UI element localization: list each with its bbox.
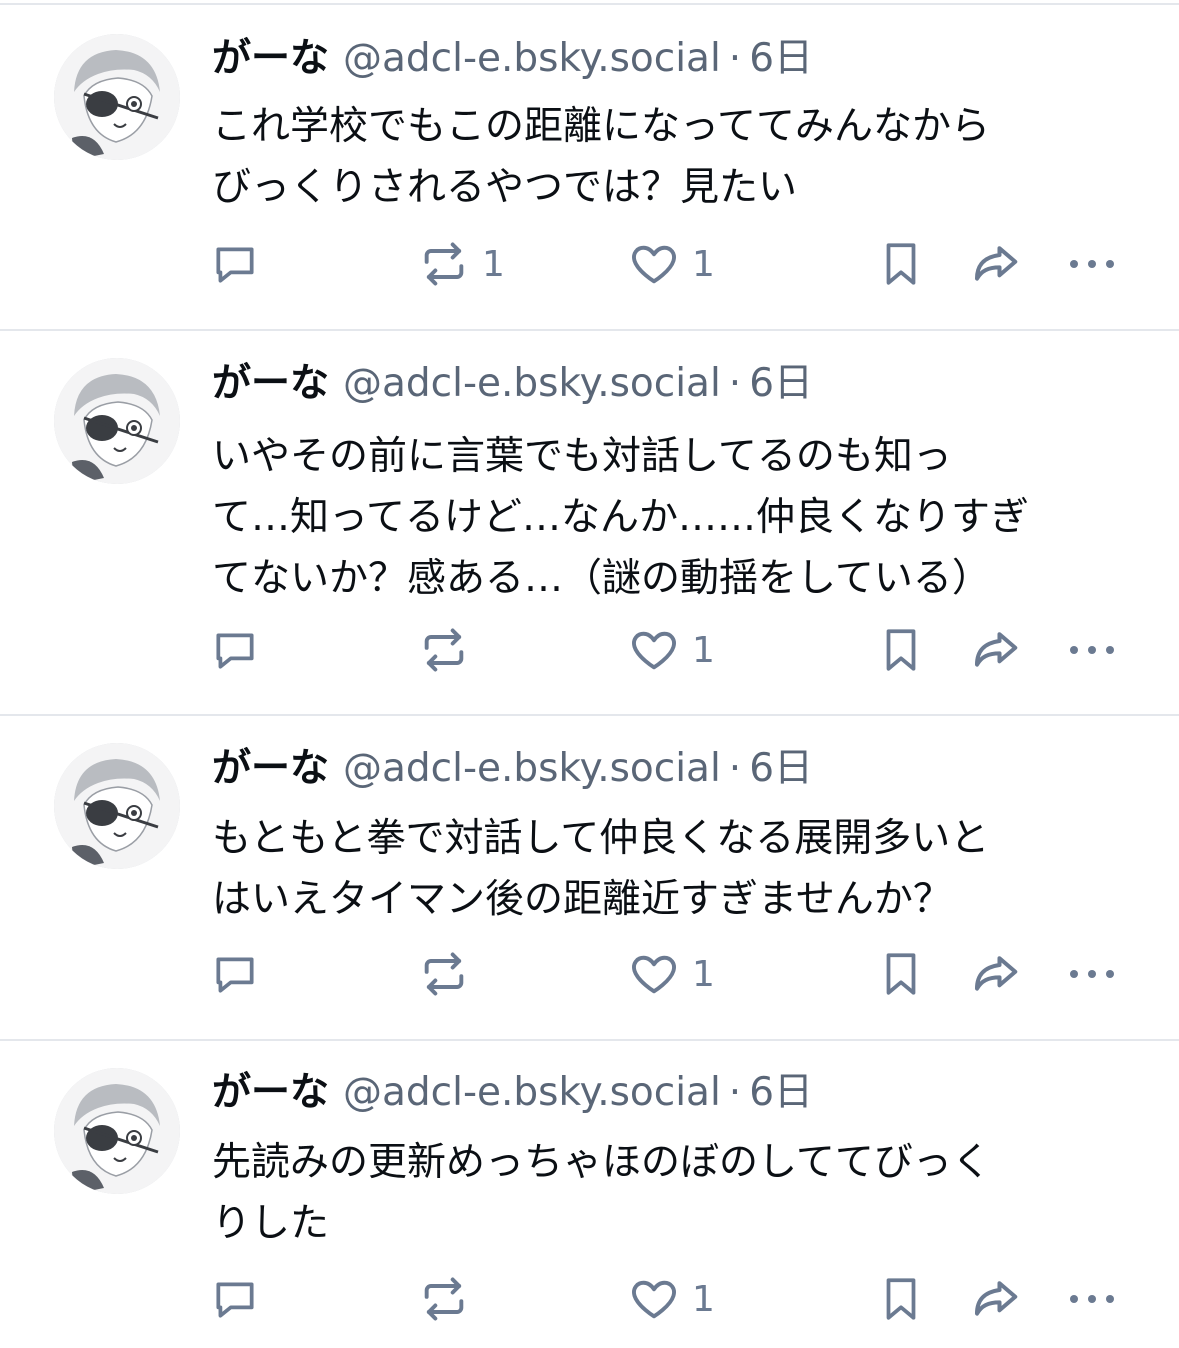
like-count: 1 — [692, 1278, 715, 1320]
avatar[interactable] — [54, 358, 180, 484]
repost-arrows-icon — [424, 242, 464, 286]
reply-button[interactable] — [210, 944, 272, 1004]
bookmark-button[interactable] — [876, 1269, 926, 1329]
heart-icon — [632, 631, 676, 670]
handle[interactable]: @adcl-e.bsky.social — [343, 36, 721, 81]
reply-button[interactable] — [210, 620, 272, 680]
repost-button[interactable] — [418, 1269, 482, 1329]
bookmark-button[interactable] — [876, 234, 926, 294]
repost-button[interactable] — [418, 944, 482, 1004]
share-button[interactable] — [968, 1269, 1022, 1329]
repost-count: 1 — [482, 243, 505, 285]
avatar[interactable] — [54, 34, 180, 160]
more-ellipsis-icon — [1070, 646, 1114, 654]
more-button[interactable] — [1066, 1269, 1118, 1329]
avatar[interactable] — [54, 743, 180, 869]
post-text: 先読みの更新めっちゃほのぼのしててびっく りした — [212, 1140, 991, 1246]
like-count: 1 — [692, 629, 715, 671]
display-name[interactable]: がーな — [212, 1070, 329, 1115]
share-arrow-icon — [974, 632, 1018, 667]
like-button[interactable]: 1 — [628, 944, 715, 1004]
like-button[interactable]: 1 — [628, 1269, 715, 1329]
post-actions: 1 1 — [0, 234, 1179, 294]
like-button[interactable]: 1 — [628, 234, 715, 294]
repost-arrows-icon — [424, 628, 464, 672]
post-0[interactable]: がーな @adcl-e.bsky.social · 6日 これ学校でもこの距離になって… — [0, 0, 1179, 330]
bookmark-button[interactable] — [876, 620, 926, 680]
reply-button[interactable] — [210, 1269, 272, 1329]
bookmark-icon — [886, 629, 916, 671]
post-2[interactable]: がーな @adcl-e.bsky.social · 6日 もともと拳で対話して仲良くな… — [0, 715, 1179, 1040]
post-3[interactable]: がーな @adcl-e.bsky.social · 6日 先読みの更新めっちゃほのぼの… — [0, 1040, 1179, 1348]
reply-bubble-icon — [216, 247, 254, 283]
avatar-illustration-icon — [54, 358, 180, 484]
repost-button[interactable] — [418, 620, 482, 680]
heart-icon — [632, 245, 676, 284]
more-button[interactable] — [1066, 944, 1118, 1004]
post-text: いやその前に言葉でも対話してるのも知っ て…知ってるけど…なんか……仲良くなりす… — [212, 434, 1030, 601]
more-button[interactable] — [1066, 620, 1118, 680]
display-name[interactable]: がーな — [212, 746, 329, 791]
share-arrow-icon — [974, 1281, 1018, 1316]
post-actions: 1 — [0, 620, 1179, 680]
timestamp[interactable]: 6日 — [749, 36, 813, 81]
avatar-illustration-icon — [54, 34, 180, 160]
bookmark-icon — [886, 953, 916, 995]
more-button[interactable] — [1066, 234, 1118, 294]
handle[interactable]: @adcl-e.bsky.social — [343, 746, 721, 791]
reply-bubble-icon — [216, 1282, 254, 1318]
post-text: もともと拳で対話して仲良くなる展開多いと はいえタイマン後の距離近すぎませんか？ — [212, 816, 990, 922]
handle[interactable]: @adcl-e.bsky.social — [343, 361, 721, 406]
post-header: がーな @adcl-e.bsky.social · 6日 — [212, 744, 813, 801]
timestamp[interactable]: 6日 — [749, 1070, 813, 1115]
avatar-illustration-icon — [54, 1068, 180, 1194]
post-header: がーな @adcl-e.bsky.social · 6日 — [212, 34, 813, 91]
post-header: がーな @adcl-e.bsky.social · 6日 — [212, 1068, 813, 1125]
like-count: 1 — [692, 243, 715, 285]
separator: · — [728, 1070, 742, 1115]
post-header: がーな @adcl-e.bsky.social · 6日 — [212, 359, 813, 416]
heart-icon — [632, 1280, 676, 1319]
bookmark-icon — [886, 243, 916, 285]
post-actions: 1 — [0, 1269, 1179, 1329]
more-ellipsis-icon — [1070, 970, 1114, 978]
share-button[interactable] — [968, 620, 1022, 680]
repost-button[interactable]: 1 — [418, 234, 505, 294]
bookmark-button[interactable] — [876, 944, 926, 1004]
display-name[interactable]: がーな — [212, 36, 329, 81]
share-arrow-icon — [974, 956, 1018, 991]
separator: · — [728, 36, 742, 81]
display-name[interactable]: がーな — [212, 361, 329, 406]
timestamp[interactable]: 6日 — [749, 746, 813, 791]
reply-bubble-icon — [216, 957, 254, 993]
like-count: 1 — [692, 953, 715, 995]
repost-arrows-icon — [424, 1277, 464, 1321]
reply-bubble-icon — [216, 633, 254, 669]
handle[interactable]: @adcl-e.bsky.social — [343, 1070, 721, 1115]
post-text: これ学校でもこの距離になっててみんなから びっくりされるやつでは？見たい — [212, 104, 991, 210]
heart-icon — [632, 955, 676, 994]
post-actions: 1 — [0, 944, 1179, 1004]
share-button[interactable] — [968, 234, 1022, 294]
post-1[interactable]: がーな @adcl-e.bsky.social · 6日 いやその前に言葉でも対話して… — [0, 330, 1179, 715]
reply-button[interactable] — [210, 234, 272, 294]
bookmark-icon — [886, 1278, 916, 1320]
more-ellipsis-icon — [1070, 1295, 1114, 1303]
separator: · — [728, 746, 742, 791]
share-arrow-icon — [974, 246, 1018, 281]
share-button[interactable] — [968, 944, 1022, 1004]
separator: · — [728, 361, 742, 406]
avatar-illustration-icon — [54, 743, 180, 869]
timestamp[interactable]: 6日 — [749, 361, 813, 406]
repost-arrows-icon — [424, 952, 464, 996]
more-ellipsis-icon — [1070, 260, 1114, 268]
like-button[interactable]: 1 — [628, 620, 715, 680]
avatar[interactable] — [54, 1068, 180, 1194]
